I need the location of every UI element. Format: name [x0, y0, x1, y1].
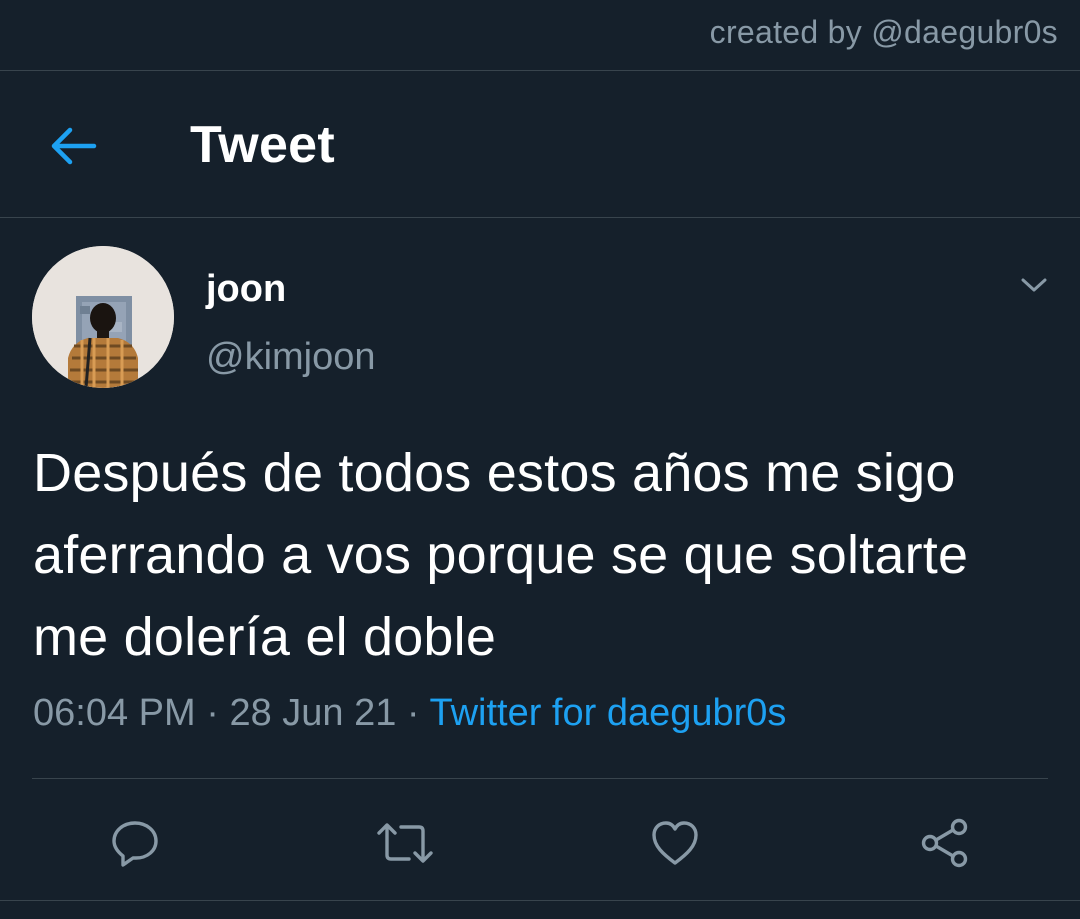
page-title: Tweet — [190, 116, 336, 174]
reply-icon — [112, 821, 158, 867]
like-icon — [652, 821, 698, 865]
tweet-meta: 06:04 PM · 28 Jun 21 · Twitter for daegu… — [33, 692, 786, 735]
tweet-screen: created by @daegubr0s Tweet joon @kimjoo… — [0, 0, 1080, 919]
avatar-image — [32, 246, 174, 388]
share-button[interactable] — [910, 808, 980, 878]
back-button[interactable] — [40, 113, 106, 179]
like-button[interactable] — [640, 808, 710, 878]
avatar[interactable] — [32, 246, 174, 388]
reply-button[interactable] — [100, 808, 170, 878]
share-icon — [921, 818, 968, 868]
tweet: joon @kimjoon Después de todos estos año… — [0, 218, 1080, 918]
tweet-time: 06:04 PM — [33, 692, 196, 734]
credit-bar: created by @daegubr0s — [0, 0, 1080, 71]
tweet-source-link[interactable]: Twitter for daegubr0s — [429, 692, 786, 734]
meta-separator: · — [406, 692, 420, 734]
chevron-down-icon — [1021, 278, 1047, 292]
bottom-divider — [0, 900, 1080, 901]
credit-text: created by @daegubr0s — [709, 14, 1058, 50]
action-bar — [0, 808, 1080, 878]
author-name[interactable]: joon — [206, 268, 286, 311]
arrow-left-icon — [51, 127, 97, 165]
divider — [32, 778, 1048, 779]
tweet-date[interactable]: 28 Jun 21 — [229, 692, 396, 734]
retweet-icon — [377, 823, 433, 863]
meta-separator: · — [206, 692, 219, 734]
app-header: Tweet — [0, 71, 1080, 218]
more-options-button[interactable] — [1014, 270, 1054, 300]
tweet-text: Después de todos estos años me sigo afer… — [33, 443, 969, 667]
retweet-button[interactable] — [370, 808, 440, 878]
author-handle[interactable]: @kimjoon — [206, 336, 376, 379]
